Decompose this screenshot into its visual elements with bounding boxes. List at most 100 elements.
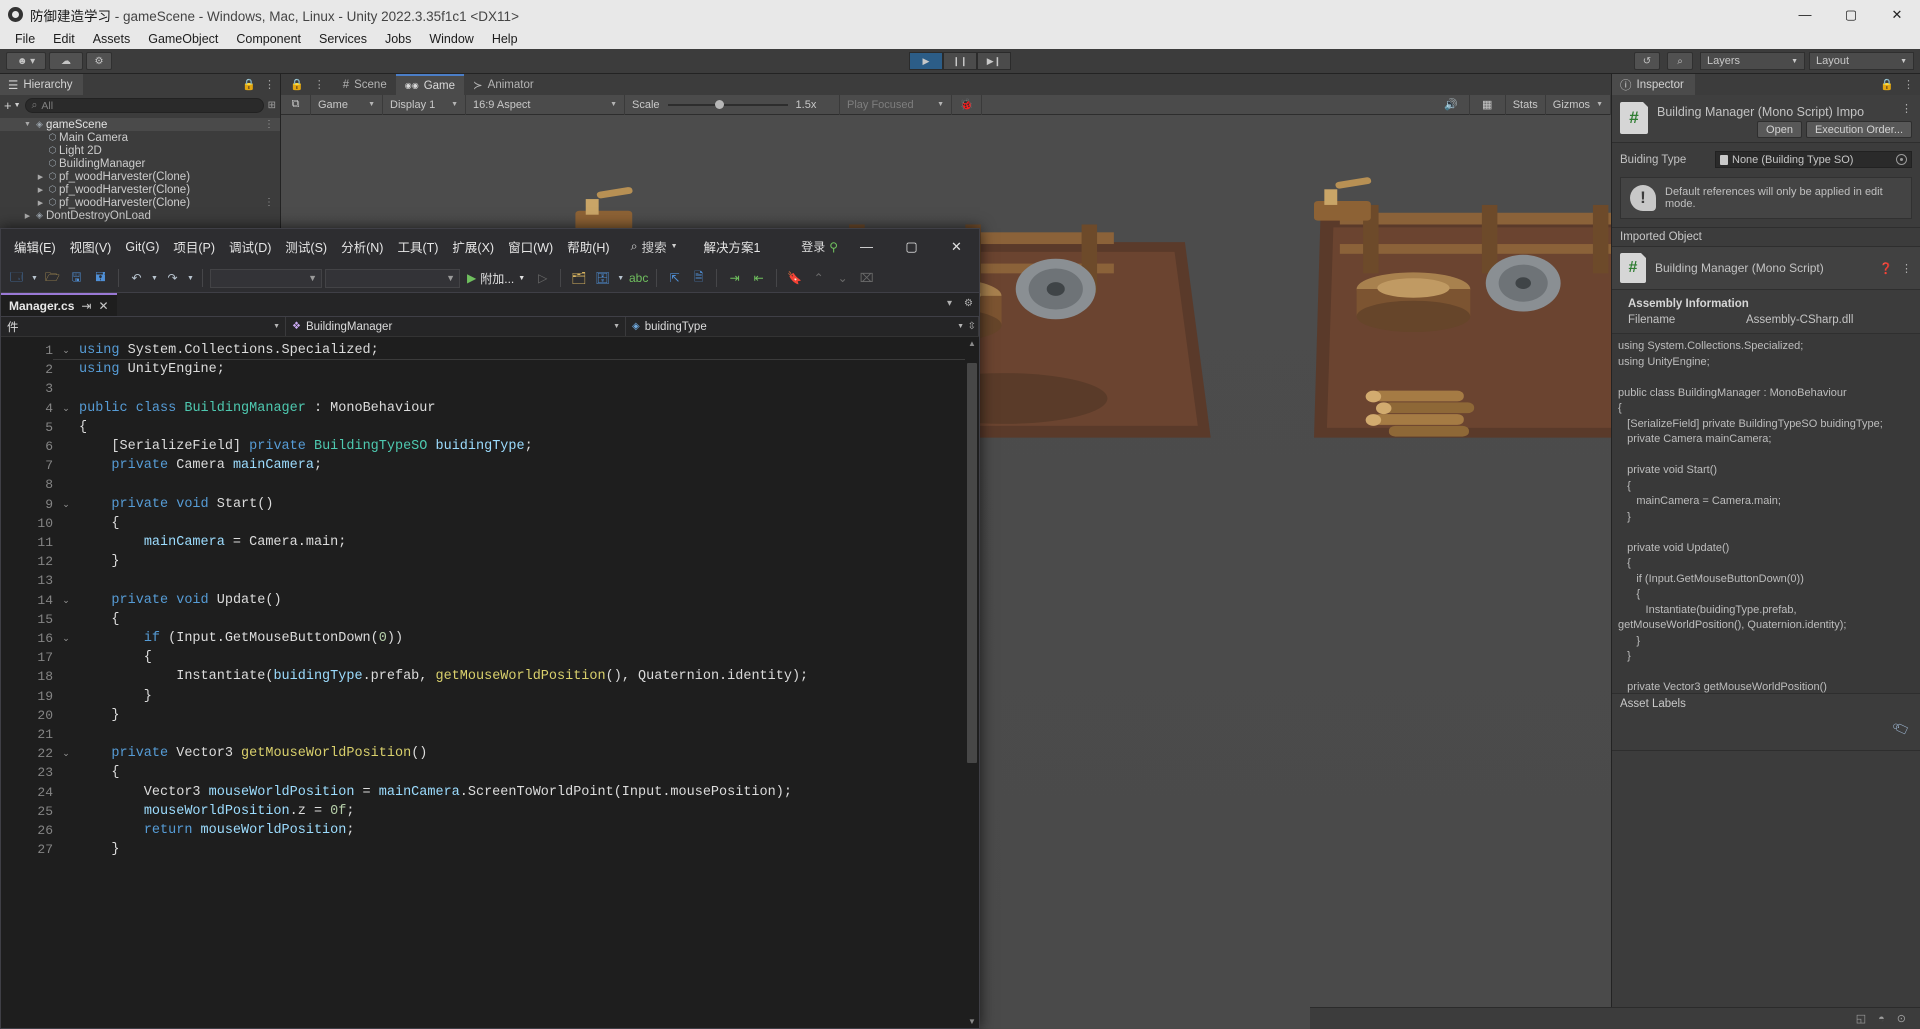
spellcheck-icon[interactable]: abc	[628, 268, 649, 289]
aspect-dropdown[interactable]: 16:9 Aspect ▼	[466, 95, 625, 115]
fold-margin[interactable]: ⌄ ⌄ ⌄ ⌄ ⌄ ⌄	[53, 337, 79, 1028]
lock-icon[interactable]: 🔒	[290, 78, 304, 91]
save-all-icon[interactable]: 🖬	[90, 268, 111, 289]
mute-audio-icon[interactable]: 🔊	[1434, 95, 1470, 115]
list-item[interactable]: ▶ ⬡ pf_woodHarvester(Clone)	[0, 183, 280, 196]
compare-icon[interactable]: 🗎	[688, 268, 709, 289]
close-icon[interactable]: ✕	[98, 299, 108, 313]
menu-file[interactable]: File	[6, 30, 44, 48]
vs-menu-view[interactable]: 视图(V)	[63, 233, 119, 260]
tab-scene[interactable]: # Scene	[334, 74, 396, 95]
buiding-type-object-field[interactable]: None (Building Type SO)	[1715, 151, 1912, 168]
list-item[interactable]: ⬡ Light 2D	[0, 144, 280, 157]
scale-slider-knob[interactable]	[715, 100, 724, 109]
disclosure-arrow-icon[interactable]: ▶	[35, 199, 46, 207]
undo-history-icon[interactable]: ↺	[1634, 52, 1660, 70]
pin-icon[interactable]: ⇥	[81, 299, 91, 313]
chevron-down-icon[interactable]: ▼	[30, 268, 39, 289]
scroll-down-icon[interactable]: ▼	[968, 1017, 976, 1026]
vs-search-box[interactable]: ⌕ 搜索 ▼	[631, 237, 678, 256]
chevron-down-icon[interactable]: ▼	[616, 268, 625, 289]
kebab-icon[interactable]: ⋮	[1901, 262, 1912, 275]
vs-menu-git[interactable]: Git(G)	[118, 236, 166, 258]
undo-icon[interactable]: ↶	[126, 268, 147, 289]
kebab-icon[interactable]: ⋮	[1901, 102, 1912, 115]
configuration-combo[interactable]: ▼	[210, 269, 322, 288]
play-button[interactable]: ▶	[909, 52, 943, 70]
disclosure-arrow-icon[interactable]: ▶	[35, 186, 46, 194]
status-icon-3[interactable]: ⊙	[1897, 1012, 1906, 1025]
indent-icon[interactable]: ⇥	[724, 268, 745, 289]
unity-close-button[interactable]: ✕	[1874, 0, 1920, 29]
vs-menu-tools[interactable]: 工具(T)	[390, 233, 445, 260]
tab-inspector[interactable]: ⓘ Inspector	[1612, 74, 1695, 95]
menu-help[interactable]: Help	[483, 30, 527, 48]
vs-menu-debug[interactable]: 调试(D)	[222, 233, 278, 260]
vs-menu-project[interactable]: 项目(P)	[166, 233, 222, 260]
kebab-icon[interactable]: ⋮	[314, 78, 325, 91]
kebab-icon[interactable]: ⋮	[264, 197, 274, 208]
find-in-files-icon[interactable]: 🗂	[568, 268, 589, 289]
tab-game[interactable]: ◉◉ Game	[396, 74, 464, 95]
status-icon-2[interactable]: ◓	[1878, 1013, 1885, 1025]
list-item[interactable]: ▶ ⬡ pf_woodHarvester(Clone)	[0, 170, 280, 183]
unity-minimize-button[interactable]: —	[1782, 0, 1828, 29]
list-item[interactable]: ▶ ⬡ pf_woodHarvester(Clone) ⋮	[0, 196, 280, 209]
hierarchy-add-button[interactable]: + ▼	[4, 98, 21, 113]
cloud-button[interactable]: ☁	[49, 52, 83, 70]
list-item[interactable]: ▼ ◈ gameScene ⋮	[0, 118, 280, 131]
menu-component[interactable]: Component	[227, 30, 310, 48]
vs-minimize-button[interactable]: —	[844, 229, 889, 264]
disclosure-arrow-icon[interactable]: ▶	[22, 212, 33, 220]
nav-type-dropdown[interactable]: ❖ BuildingManager ▼	[286, 317, 626, 336]
outdent-icon[interactable]: ⇤	[748, 268, 769, 289]
menu-assets[interactable]: Assets	[84, 30, 140, 48]
nav-file-dropdown[interactable]: 件 ▼	[1, 317, 286, 336]
split-editor-icon[interactable]: ⇳	[968, 321, 976, 332]
list-item[interactable]: ▶ ◈ DontDestroyOnLoad	[0, 209, 280, 222]
list-item[interactable]: ⬡ Main Camera	[0, 131, 280, 144]
menu-window[interactable]: Window	[420, 30, 482, 48]
pause-button[interactable]: ❙❙	[943, 52, 977, 70]
help-icon[interactable]: ❓	[1879, 262, 1893, 275]
object-picker-icon[interactable]	[1896, 154, 1907, 165]
navigate-icon[interactable]: ⇱	[664, 268, 685, 289]
stats-button[interactable]: Stats	[1506, 95, 1546, 115]
vs-login-button[interactable]: 登录 ⚲	[801, 238, 838, 255]
platform-combo[interactable]: ▼	[325, 269, 460, 288]
tab-hierarchy[interactable]: ☰ Hierarchy	[0, 74, 83, 95]
hierarchy-search-input[interactable]: ⌕ All	[25, 98, 264, 113]
vs-menu-analyze[interactable]: 分析(N)	[334, 233, 390, 260]
open-button[interactable]: Open	[1757, 121, 1802, 138]
vs-close-button[interactable]: ✕	[934, 229, 979, 264]
scrollbar-thumb[interactable]	[967, 363, 977, 763]
menu-edit[interactable]: Edit	[44, 30, 84, 48]
aspect-toggle-icon[interactable]: ⧉	[281, 95, 311, 115]
display-mode-dropdown[interactable]: Game ▼	[311, 95, 383, 115]
vs-menu-help[interactable]: 帮助(H)	[560, 233, 616, 260]
next-bookmark-icon[interactable]: ⌄	[832, 268, 853, 289]
hierarchy-options-icon[interactable]: ⊞	[268, 100, 276, 111]
vs-menu-extensions[interactable]: 扩展(X)	[445, 233, 501, 260]
nav-member-dropdown[interactable]: ◈ buidingType ▼ ⇳	[626, 317, 979, 336]
display-dropdown[interactable]: Display 1 ▼	[383, 95, 466, 115]
chevron-down-icon[interactable]: ▼	[150, 268, 159, 289]
prev-bookmark-icon[interactable]: ⌃	[808, 268, 829, 289]
menu-jobs[interactable]: Jobs	[376, 30, 420, 48]
code-text[interactable]: using System.Collections.Specialized;usi…	[79, 337, 979, 1028]
split-icon[interactable]: ▾	[947, 298, 952, 309]
step-icon[interactable]: ▷	[532, 268, 553, 289]
step-button[interactable]: ▶❙	[977, 52, 1011, 70]
scroll-up-icon[interactable]: ▲	[968, 339, 976, 348]
kebab-icon[interactable]: ⋮	[264, 78, 275, 91]
lock-icon[interactable]: 🔒	[242, 78, 256, 91]
unity-maximize-button[interactable]: ▢	[1828, 0, 1874, 29]
search-icon[interactable]: ⌕	[1667, 52, 1693, 70]
scale-slider[interactable]: Scale 1.5x	[625, 95, 840, 115]
gear-button[interactable]: ⚙	[86, 52, 112, 70]
tag-icon[interactable]: 🏷	[1891, 719, 1912, 740]
attach-button[interactable]: ▶ 附加... ▼	[463, 270, 529, 287]
vs-code-editor[interactable]: 1234567891011121314151617181920212223242…	[1, 337, 979, 1028]
scale-slider-track[interactable]	[668, 104, 788, 106]
layers-dropdown[interactable]: Layers ▼	[1700, 52, 1805, 70]
